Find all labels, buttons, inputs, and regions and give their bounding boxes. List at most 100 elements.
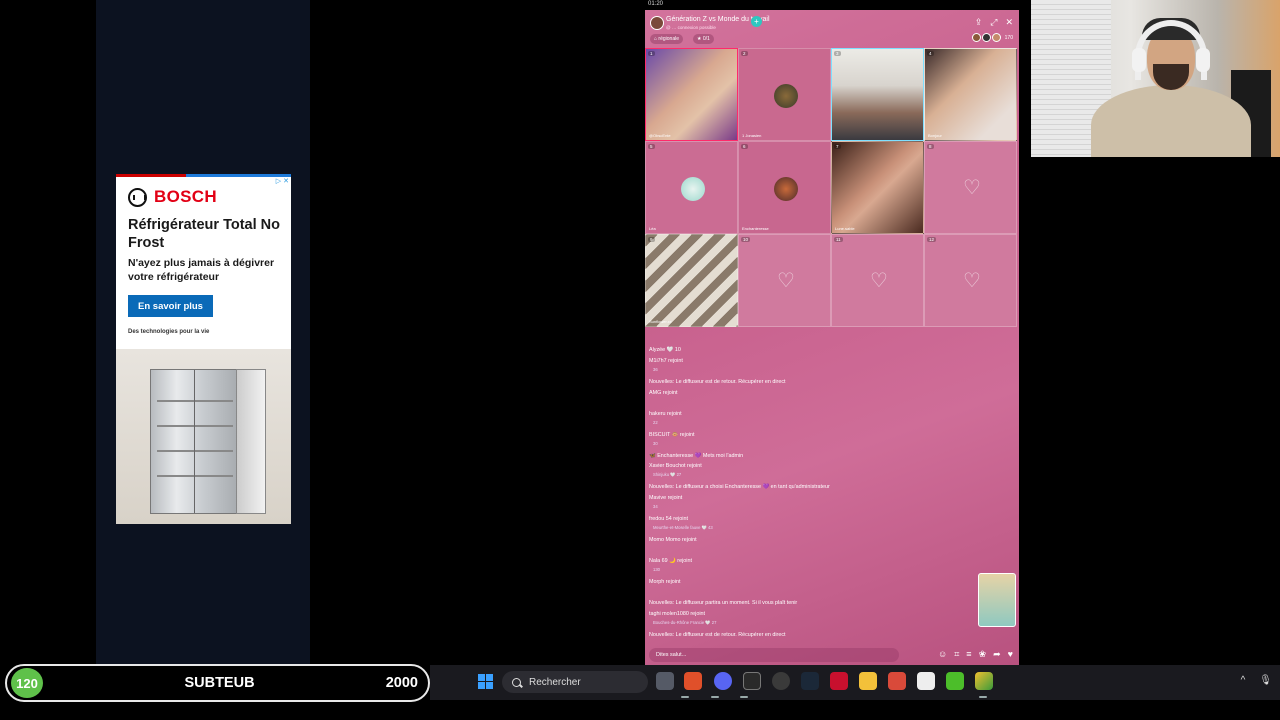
app-colorful-icon[interactable] — [975, 672, 993, 690]
chat-message: M1i7h7 rejoint — [649, 358, 683, 364]
ad-color-stripe — [116, 174, 291, 177]
chat-meta: 36 — [653, 367, 658, 372]
guest-tile[interactable]: 1 @ObscEnte — [645, 48, 738, 141]
brave-icon[interactable] — [684, 672, 702, 690]
header-actions: ⇪ ⤢ ✕ — [975, 17, 1013, 28]
chat-message: Nouvelles: Le diffuseur est de retour. R… — [649, 379, 786, 385]
file-explorer-icon[interactable] — [859, 672, 877, 690]
live-header: Génération Z vs Monde du travail @ … con… — [645, 10, 1019, 46]
chat-message: Nouvelles: Le diffuseur a choisi Enchant… — [649, 484, 830, 490]
adchoices-icon[interactable]: ▷ ✕ — [276, 177, 289, 185]
chat-meta: Shinjuku 🤍 27 — [653, 472, 682, 477]
fridge-door — [236, 369, 266, 514]
host-avatar[interactable] — [650, 16, 664, 30]
steam-icon[interactable] — [801, 672, 819, 690]
chat-message: Nouvelles: Le diffuseur est de retour. R… — [649, 632, 786, 638]
guest-tile[interactable]: 5 Léa — [645, 141, 738, 234]
follow-button[interactable]: + — [751, 16, 762, 27]
chat-message: taghi molen1080 rejoint — [649, 611, 706, 617]
empty-slot[interactable]: 12 ♡ — [924, 234, 1017, 327]
microphone-icon[interactable]: 🎙 — [1259, 675, 1272, 686]
expand-icon[interactable]: ⤢ — [990, 17, 997, 28]
emoji-icon[interactable]: ☺ — [938, 649, 947, 660]
gift-icon[interactable]: ❀ — [979, 649, 987, 660]
desktop: 01:20 ▷ ✕ BOSCH Réfrigérateur Total No F… — [0, 0, 1280, 720]
share-icon[interactable]: ➦ — [993, 649, 1001, 660]
headset-ear-right — [1196, 48, 1210, 72]
guest-tile[interactable]: 9 Sunflower.xx — [645, 234, 738, 327]
chat-message: Alyzée 🤍 10 — [649, 347, 681, 353]
chat-message: Momo Momo rejoint — [649, 537, 697, 543]
guest-tile[interactable]: 2 1 Jonasien — [738, 48, 831, 141]
chat-message: BISCUIT 🐵 rejoint — [649, 432, 695, 438]
close-icon[interactable]: ✕ — [1005, 17, 1013, 28]
gift-promo-card[interactable] — [978, 573, 1016, 627]
ad-tagline: Des technologies pour la vie — [128, 329, 210, 335]
sub-count: 120 — [11, 668, 43, 698]
ad-subline: N'ayez plus jamais à dégivrer votre réfr… — [128, 257, 275, 283]
chat-meta: 130 — [653, 567, 660, 572]
mention-icon[interactable]: ⌗ — [954, 649, 959, 660]
active-indicator — [681, 696, 689, 698]
stars-pill[interactable]: ★ 0/1 — [693, 34, 714, 44]
chat-meta: 22 — [653, 420, 658, 425]
app-icon[interactable] — [888, 672, 906, 690]
live-stream-panel: Génération Z vs Monde du travail @ … con… — [645, 10, 1019, 665]
chevron-up-icon[interactable]: ^ — [1241, 675, 1246, 686]
active-indicator — [979, 696, 987, 698]
chat-message: fredou 54 rejoint — [649, 516, 688, 522]
share-icon[interactable]: ⇪ — [975, 17, 983, 28]
brand-name: BOSCH — [154, 187, 217, 206]
fridge-photo — [116, 349, 291, 524]
ad-headline: Réfrigérateur Total No Frost — [128, 217, 281, 251]
bosch-armature-icon — [128, 187, 147, 207]
guest-tile[interactable]: 3 — [831, 48, 924, 141]
chat-message: AMG rejoint — [649, 390, 678, 396]
taskbar: Rechercher ^ 🎙 — [430, 665, 1280, 700]
bosch-ad[interactable]: ▷ ✕ BOSCH Réfrigérateur Total No Frost N… — [116, 174, 291, 524]
empty-slot-heart-icon: ♡ — [777, 270, 795, 292]
empty-slot-heart-icon: ♡ — [963, 270, 981, 292]
media-player-icon[interactable] — [830, 672, 848, 690]
empty-slot[interactable]: 10 ♡ — [738, 234, 831, 327]
ad-cta-button[interactable]: En savoir plus — [128, 295, 213, 317]
chat-meta: Bouches-du-Rhône Francie 🤍 27 — [653, 620, 717, 625]
sub-goal-bar: SUBTEUB 120 2000 — [5, 664, 430, 702]
discord-icon[interactable] — [714, 672, 732, 690]
app-green-icon[interactable] — [946, 672, 964, 690]
guest-grid: 1 @ObscEnte 2 1 Jonasien 3 4 Bonjour 5 L… — [645, 48, 1019, 328]
guest-tile[interactable]: 6 Enchanteresse — [738, 141, 831, 234]
notepad-icon[interactable] — [917, 672, 935, 690]
empty-slot[interactable]: 8 ♡ — [924, 141, 1017, 234]
like-icon[interactable]: ♥ — [1008, 649, 1013, 660]
guest-tile[interactable]: 7 Lune.sable — [831, 141, 924, 234]
active-indicator — [711, 696, 719, 698]
bottom-actions: ☺ ⌗ ≡ ❀ ➦ ♥ — [938, 649, 1013, 660]
chat-meta: 34 — [653, 504, 658, 509]
chat-meta: Meurthe-et-Moselle fauve 🤍 43 — [653, 525, 713, 530]
active-indicator — [740, 696, 748, 698]
regional-pill[interactable]: ⌂ régionale — [650, 34, 683, 44]
guest-avatar — [774, 177, 798, 201]
webcam-feed — [1031, 0, 1280, 157]
guest-avatar — [774, 84, 798, 108]
chat-message: Nala 69 🌙 rejoint — [649, 558, 692, 564]
task-view-icon[interactable] — [656, 672, 674, 690]
clock-app-icon[interactable] — [772, 672, 790, 690]
taskbar-search[interactable]: Rechercher — [502, 671, 648, 693]
guest-tile[interactable]: 4 Bonjour — [924, 48, 1017, 141]
menu-icon[interactable]: ≡ — [966, 649, 971, 660]
windows-start-icon[interactable] — [478, 674, 493, 689]
chat-message: Xavier Bouchot rejoint — [649, 463, 702, 469]
guest-avatar — [681, 177, 705, 201]
empty-slot-heart-icon: ♡ — [963, 177, 981, 199]
viewer-row[interactable]: 170 — [971, 33, 1013, 42]
streamer-body — [1091, 85, 1251, 157]
bosch-logo: BOSCH — [128, 187, 217, 207]
empty-slot-heart-icon: ♡ — [870, 270, 888, 292]
obs-icon[interactable] — [743, 672, 761, 690]
empty-slot[interactable]: 11 ♡ — [831, 234, 924, 327]
chat-input[interactable]: Dites salut... — [649, 648, 899, 662]
chat-message: hakeru rejoint — [649, 411, 682, 417]
sub-goal-target: 2000 — [385, 675, 418, 691]
